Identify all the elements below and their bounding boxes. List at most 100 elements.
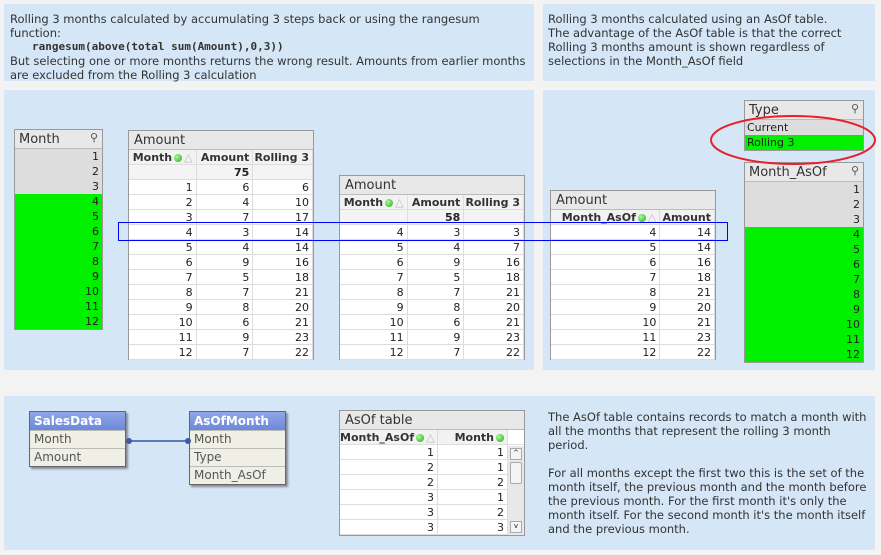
table-row[interactable]: 6 9 16 xyxy=(129,255,313,270)
listbox-item[interactable]: 11 xyxy=(15,299,102,314)
column-header[interactable]: Month xyxy=(438,430,508,444)
listbox-item[interactable]: 11 xyxy=(745,332,863,347)
highlight-rectangle xyxy=(118,222,728,241)
amount-table-rangesum[interactable]: Amount Month △ Amount Rolling 3 75 1 6 6 2 4 10 3 7 17… xyxy=(128,130,314,360)
column-header[interactable]: Amount xyxy=(407,195,465,209)
asof-table[interactable]: AsOf table Month_AsOf △ Month 1 1 2 1 2 2 3 1 3 2 3 3 ^ v xyxy=(339,410,525,536)
scrollbar[interactable]: ^ v xyxy=(508,446,524,535)
table-row[interactable]: 31 xyxy=(340,490,524,505)
sort-icon[interactable]: △ xyxy=(184,151,192,164)
salesdata-schema-table[interactable]: SalesData Month Amount xyxy=(29,411,126,467)
column-header[interactable]: Rolling 3 xyxy=(253,150,313,164)
listbox-item[interactable]: 9 xyxy=(15,269,102,284)
table-row[interactable]: 12 7 22 xyxy=(129,345,313,360)
table-row[interactable]: 5 14 xyxy=(551,240,715,255)
listbox-item[interactable]: 5 xyxy=(745,242,863,257)
table-cell: 6 xyxy=(340,255,408,269)
table-row[interactable]: 6 16 xyxy=(551,255,715,270)
schema-field[interactable]: Month xyxy=(30,430,125,448)
search-icon[interactable]: ⚲ xyxy=(90,131,98,144)
table-row[interactable]: 8 7 21 xyxy=(340,285,524,300)
table-row[interactable]: 7 18 xyxy=(551,270,715,285)
schema-field[interactable]: Amount xyxy=(30,448,125,466)
table-cell: 23 xyxy=(464,330,524,344)
listbox-item[interactable]: 4 xyxy=(15,194,102,209)
schema-table-title: AsOfMonth xyxy=(190,412,285,430)
amount-table-asof[interactable]: Amount Month_AsOf △ Amount 4 14 5 14 6 16 7 18 8 21 9 2… xyxy=(550,190,716,360)
listbox-item[interactable]: 2 xyxy=(745,197,863,212)
table-cell: 2 xyxy=(438,475,508,489)
table-row[interactable]: 10 6 21 xyxy=(340,315,524,330)
scroll-thumb[interactable] xyxy=(510,462,522,484)
column-header[interactable]: Month_AsOf △ xyxy=(340,430,438,444)
column-header[interactable]: Amount xyxy=(196,150,254,164)
month-asof-listbox[interactable]: Month_AsOf ⚲ 1 2 3 4 5 6 7 8 9 10 11 12 xyxy=(744,162,864,363)
listbox-item[interactable]: 10 xyxy=(15,284,102,299)
column-header[interactable]: Rolling 3 xyxy=(464,195,524,209)
listbox-item[interactable]: 3 xyxy=(745,212,863,227)
schema-field[interactable]: Month_AsOf xyxy=(190,466,285,484)
table-row[interactable]: 10 21 xyxy=(551,315,715,330)
table-row[interactable]: 2 4 10 xyxy=(129,195,313,210)
listbox-item[interactable]: 8 xyxy=(15,254,102,269)
table-row[interactable]: 7 5 18 xyxy=(129,270,313,285)
asofmonth-schema-table[interactable]: AsOfMonth Month Type Month_AsOf xyxy=(189,411,286,485)
month-listbox[interactable]: Month ⚲ 1 2 3 4 5 6 7 8 9 10 11 12 xyxy=(14,129,103,330)
table-row[interactable]: 32 xyxy=(340,505,524,520)
table-row[interactable]: 9 20 xyxy=(551,300,715,315)
table-cell: 10 xyxy=(253,195,313,209)
table-row[interactable]: 12 22 xyxy=(551,345,715,360)
listbox-item[interactable]: 3 xyxy=(15,179,102,194)
table-row[interactable]: 11 23 xyxy=(551,330,715,345)
table-row[interactable]: 9 8 20 xyxy=(129,300,313,315)
table-row[interactable]: 11 9 23 xyxy=(340,330,524,345)
table-row[interactable]: 8 21 xyxy=(551,285,715,300)
table-row[interactable]: 33 xyxy=(340,520,524,535)
sort-icon[interactable]: △ xyxy=(426,431,434,444)
table-row[interactable]: 547 xyxy=(340,240,524,255)
amount-table-rangesum-selected[interactable]: Amount Month △ Amount Rolling 3 58 4 3 3 5 4 7 6 9 16 7… xyxy=(339,175,525,360)
table-row[interactable]: 11 xyxy=(340,445,524,460)
listbox-item[interactable]: 6 xyxy=(15,224,102,239)
table-row[interactable]: 8 7 21 xyxy=(129,285,313,300)
sort-icon[interactable]: △ xyxy=(395,196,403,209)
listbox-item[interactable]: 4 xyxy=(745,227,863,242)
listbox-item[interactable]: 10 xyxy=(745,317,863,332)
table-row[interactable]: 166 xyxy=(129,180,313,195)
table-cell: 8 xyxy=(197,300,254,314)
table-cell: 23 xyxy=(660,330,715,344)
text-line1: Rolling 3 months calculated by accumulat… xyxy=(10,12,480,40)
column-header[interactable]: Month △ xyxy=(129,150,197,164)
table-cell: 4 xyxy=(197,240,254,254)
listbox-item[interactable]: 7 xyxy=(15,239,102,254)
listbox-item[interactable]: 7 xyxy=(745,272,863,287)
table-cell: 5 xyxy=(408,270,465,284)
listbox-item[interactable]: 5 xyxy=(15,209,102,224)
listbox-title: Month ⚲ xyxy=(15,130,102,149)
table-row[interactable]: 9 8 20 xyxy=(340,300,524,315)
listbox-item[interactable]: 9 xyxy=(745,302,863,317)
table-row[interactable]: 10 6 21 xyxy=(129,315,313,330)
schema-table-title: SalesData xyxy=(30,412,125,430)
table-row[interactable]: 11 9 23 xyxy=(129,330,313,345)
schema-field[interactable]: Month xyxy=(190,430,285,448)
schema-field[interactable]: Type xyxy=(190,448,285,466)
bottom-explanation: The AsOf table contains records to match… xyxy=(548,410,870,536)
table-cell: 12 xyxy=(129,345,197,359)
column-header[interactable]: Month △ xyxy=(340,195,408,209)
listbox-item[interactable]: 12 xyxy=(15,314,102,329)
table-row[interactable]: 6 9 16 xyxy=(340,255,524,270)
table-row[interactable]: 7 5 18 xyxy=(340,270,524,285)
listbox-item[interactable]: 8 xyxy=(745,287,863,302)
listbox-item[interactable]: 6 xyxy=(745,257,863,272)
listbox-item[interactable]: 12 xyxy=(745,347,863,362)
listbox-item[interactable]: 1 xyxy=(745,182,863,197)
table-row[interactable]: 21 xyxy=(340,460,524,475)
scroll-down-button[interactable]: v xyxy=(510,521,522,533)
listbox-item[interactable]: 1 xyxy=(15,149,102,164)
table-row[interactable]: 5 4 14 xyxy=(129,240,313,255)
table-row[interactable]: 22 xyxy=(340,475,524,490)
scroll-up-button[interactable]: ^ xyxy=(510,448,522,460)
listbox-item[interactable]: 2 xyxy=(15,164,102,179)
table-row[interactable]: 12 7 22 xyxy=(340,345,524,360)
